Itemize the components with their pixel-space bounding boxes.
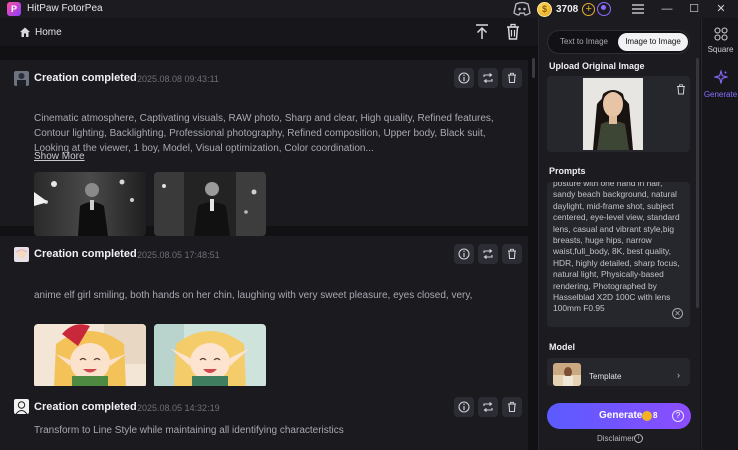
uploaded-image — [583, 78, 643, 150]
refresh-icon — [483, 249, 493, 259]
info-icon[interactable]: i — [634, 434, 643, 443]
coin-count: 3708 — [556, 3, 579, 15]
nav-item-generate[interactable]: Generate — [702, 66, 738, 102]
model-thumbnail — [553, 363, 581, 386]
trash-icon — [508, 401, 516, 413]
regenerate-button[interactable] — [478, 397, 498, 417]
model-selector[interactable]: Template › — [547, 358, 690, 386]
card-title: Creation completed — [34, 248, 137, 260]
home-link[interactable]: Home — [35, 27, 62, 38]
chevron-right-icon: › — [677, 370, 680, 380]
panel-scrollbar[interactable] — [696, 58, 699, 308]
refresh-icon — [483, 402, 493, 412]
delete-button[interactable] — [502, 244, 522, 264]
tab-image-to-image[interactable]: Image to Image — [618, 33, 688, 51]
card-title: Creation completed — [34, 72, 137, 84]
delete-button[interactable] — [502, 68, 522, 88]
refresh-icon — [483, 73, 493, 83]
upload-icon[interactable] — [474, 23, 490, 41]
side-nav: Square Generate — [701, 18, 738, 450]
sparkle-icon — [714, 70, 728, 84]
model-label: Model — [549, 342, 575, 352]
model-name: Template — [589, 372, 622, 381]
upload-image-box[interactable] — [547, 76, 690, 152]
square-grid-icon — [714, 27, 728, 41]
creation-card: Creation completed 2025.08.08 09:43:11 C… — [0, 60, 528, 236]
show-more-link[interactable]: Show More — [34, 151, 85, 162]
coin-icon: $ — [537, 1, 552, 17]
upload-label: Upload Original Image — [549, 61, 645, 71]
scrollbar[interactable] — [532, 58, 535, 78]
home-bar: Home — [0, 18, 538, 46]
info-icon — [458, 401, 470, 413]
disclaimer-link[interactable]: Disclaimer — [597, 434, 634, 443]
coin-balance[interactable]: $ 3708 + — [537, 1, 596, 17]
regenerate-button[interactable] — [478, 244, 498, 264]
help-icon[interactable]: ? — [672, 410, 684, 422]
remove-image-icon[interactable] — [676, 84, 686, 95]
minimize-button[interactable]: — — [659, 1, 675, 17]
nav-item-square[interactable]: Square — [702, 24, 738, 60]
user-avatar-icon[interactable] — [597, 2, 611, 16]
generate-panel: Text to Image Image to Image Upload Orig… — [538, 18, 700, 450]
info-button[interactable] — [454, 68, 474, 88]
card-prompt: Cinematic atmosphere, Captivating visual… — [34, 113, 494, 154]
home-icon[interactable] — [19, 26, 31, 38]
info-icon — [458, 72, 470, 84]
maximize-button[interactable]: ☐ — [686, 1, 702, 17]
card-date: 2025.08.08 09:43:11 — [137, 74, 219, 84]
result-thumbnail[interactable] — [154, 172, 266, 236]
card-avatar — [14, 399, 29, 414]
trash-icon — [508, 248, 516, 260]
nav-label-square: Square — [707, 45, 734, 54]
nav-label-generate: Generate — [703, 90, 738, 99]
add-coins-button[interactable]: + — [582, 2, 596, 16]
tab-text-to-image[interactable]: Text to Image — [551, 33, 617, 51]
card-prompt: Transform to Line Style while maintainin… — [34, 425, 344, 436]
result-thumbnail[interactable] — [34, 172, 146, 236]
close-button[interactable]: ✕ — [713, 1, 729, 17]
generate-label: Generate — [599, 410, 643, 421]
result-thumbnail[interactable] — [154, 324, 266, 388]
menu-icon[interactable] — [631, 2, 645, 16]
info-button[interactable] — [454, 244, 474, 264]
trash-icon[interactable] — [505, 23, 521, 41]
card-date: 2025.08.05 17:48:51 — [137, 250, 220, 260]
mode-tabs: Text to Image Image to Image — [547, 30, 690, 54]
title-bar: P HitPaw FotorPea $ 3708 + — ☐ ✕ — [0, 0, 738, 18]
info-icon — [458, 248, 470, 260]
prompt-input[interactable]: posture with one hand in hair, sandy bea… — [547, 182, 690, 327]
card-avatar — [14, 247, 29, 262]
generate-button[interactable]: Generate 8 ? — [547, 403, 691, 429]
clear-prompt-icon[interactable]: ✕ — [672, 308, 683, 319]
info-button[interactable] — [454, 397, 474, 417]
prompts-label: Prompts — [549, 166, 586, 176]
delete-button[interactable] — [502, 397, 522, 417]
card-prompt: anime elf girl smiling, both hands on he… — [34, 290, 473, 301]
creation-card: Creation completed 2025.08.05 14:32:19 T… — [0, 386, 528, 450]
app-logo-icon: P — [7, 2, 21, 16]
prompt-text: posture with one hand in hair, sandy bea… — [553, 182, 680, 314]
main-area: Home Creation completed 2025.08.08 09:43… — [0, 18, 538, 450]
card-date: 2025.08.05 14:32:19 — [137, 403, 220, 413]
discord-icon[interactable] — [513, 1, 531, 17]
card-title: Creation completed — [34, 401, 137, 413]
creation-card: Creation completed 2025.08.05 17:48:51 a… — [0, 236, 528, 394]
regenerate-button[interactable] — [478, 68, 498, 88]
result-thumbnail[interactable] — [34, 324, 146, 388]
generate-cost: 8 — [653, 411, 658, 420]
card-avatar — [14, 71, 29, 86]
app-title: HitPaw FotorPea — [27, 3, 103, 14]
trash-icon — [508, 72, 516, 84]
coin-icon — [642, 411, 652, 421]
